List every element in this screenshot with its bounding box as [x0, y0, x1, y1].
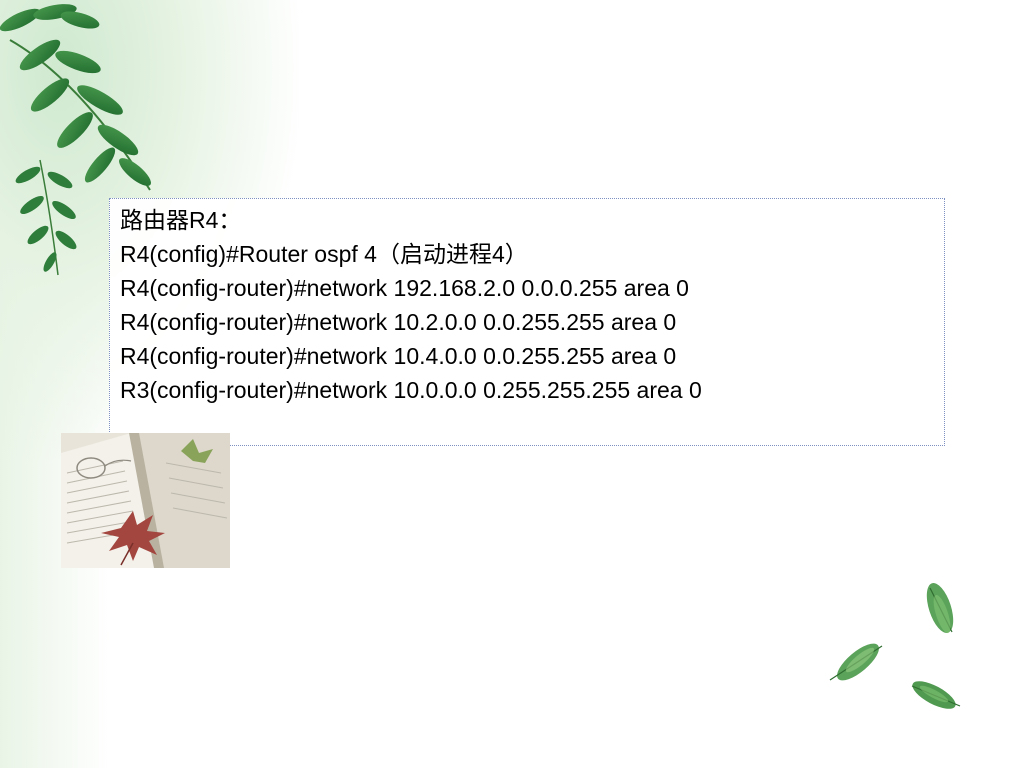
- slide: 路由器R4： R4(config)#Router ospf 4（启动进程4） R…: [0, 0, 1024, 768]
- config-text-box: 路由器R4： R4(config)#Router ospf 4（启动进程4） R…: [109, 198, 945, 446]
- config-line: R4(config-router)#network 192.168.2.0 0.…: [120, 275, 689, 301]
- config-line: R3(config-router)#network 10.0.0.0 0.255…: [120, 377, 702, 403]
- falling-leaves-icon: [829, 583, 961, 709]
- router-heading: 路由器R4：: [120, 207, 242, 233]
- config-line: R4(config-router)#network 10.2.0.0 0.0.2…: [120, 309, 677, 335]
- open-book-with-maple-leaf-image: [61, 433, 230, 568]
- config-line: R4(config)#Router ospf 4（启动进程4）: [120, 241, 528, 267]
- config-line: R4(config-router)#network 10.4.0.0 0.0.2…: [120, 343, 677, 369]
